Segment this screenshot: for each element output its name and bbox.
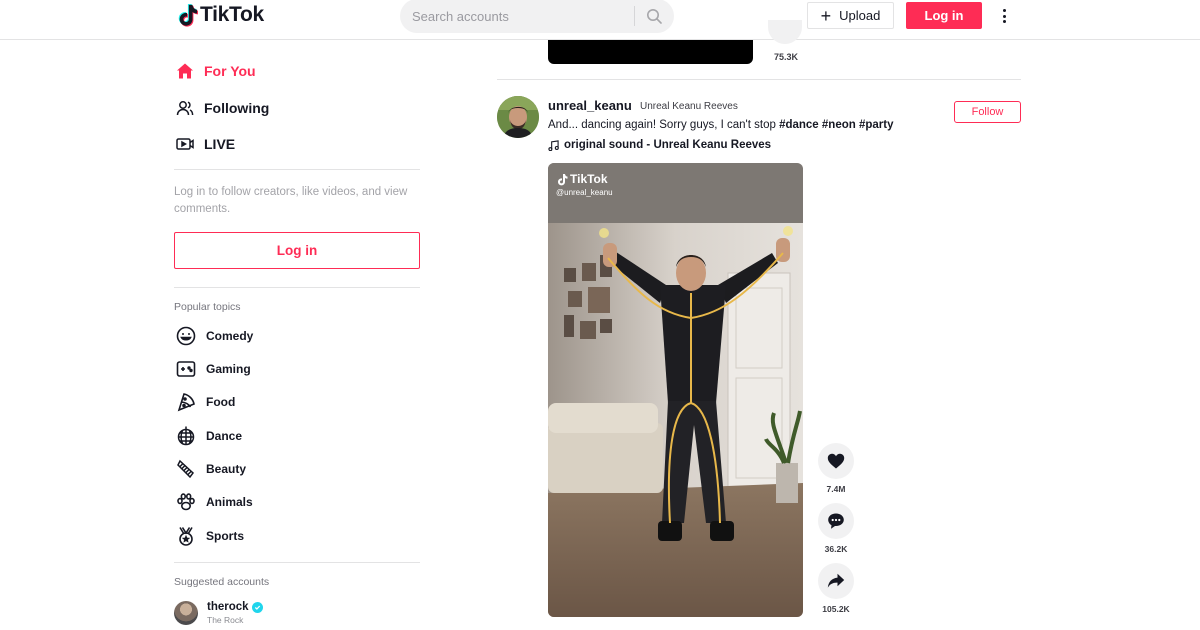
share-button[interactable] [818, 563, 854, 599]
comment-count: 36.2K [824, 544, 848, 554]
nav-label: Following [204, 100, 270, 116]
topic-label: Animals [206, 495, 253, 509]
video-player[interactable]: TikTok @unreal_keanu [548, 163, 803, 617]
share-action: 105.2K [818, 563, 854, 614]
smile-icon [176, 326, 196, 346]
hashtag-link[interactable]: #neon [822, 119, 856, 131]
topic-comedy[interactable]: Comedy [176, 324, 253, 348]
comb-icon [176, 459, 196, 479]
video-watermark: TikTok @unreal_keanu [556, 172, 613, 197]
post-username[interactable]: unreal_keanu [548, 98, 632, 113]
share-count: 105.2K [822, 604, 850, 614]
topic-label: Food [206, 395, 236, 409]
topic-gaming[interactable]: Gaming [176, 357, 251, 381]
suggested-username-row: therock [207, 601, 263, 613]
watermark-logo-text: TikTok [570, 172, 608, 186]
watermark-handle: @unreal_keanu [556, 188, 613, 197]
post-author-avatar[interactable] [497, 96, 539, 138]
suggested-accounts-title: Suggested accounts [174, 576, 270, 588]
previous-video-player[interactable] [548, 40, 753, 64]
upload-label: Upload [839, 8, 881, 23]
suggested-nickname: The Rock [207, 615, 244, 625]
post-caption: And... dancing again! Sorry guys, I can'… [548, 119, 894, 131]
topic-animals[interactable]: Animals [176, 490, 253, 514]
nav-following[interactable]: Following [176, 96, 269, 120]
search-button[interactable] [642, 4, 666, 28]
people-icon [176, 99, 194, 117]
home-icon [176, 62, 194, 80]
heart-icon [827, 453, 845, 469]
more-options-icon[interactable] [996, 5, 1012, 27]
search-divider [634, 6, 635, 26]
follow-button[interactable]: Follow [954, 101, 1021, 123]
nav-for-you[interactable]: For You [176, 59, 256, 83]
plus-icon: + [820, 5, 832, 26]
disco-ball-icon [176, 426, 196, 446]
watermark-logo: TikTok [556, 172, 613, 186]
post-divider [497, 79, 1021, 80]
divider [174, 562, 420, 563]
gamepad-icon [176, 359, 196, 379]
nav-label: For You [204, 63, 256, 79]
divider [174, 169, 420, 170]
paw-icon [176, 492, 196, 512]
sidebar: For You Following LIVE Log in to follow … [174, 40, 420, 630]
music-note-icon [548, 139, 559, 151]
popular-topics-title: Popular topics [174, 301, 241, 313]
topic-label: Sports [206, 529, 245, 543]
post-sound-link[interactable]: original sound - Unreal Keanu Reeves [548, 139, 771, 151]
upload-button[interactable]: + Upload [807, 2, 894, 29]
topic-beauty[interactable]: Beauty [176, 457, 246, 481]
topic-dance[interactable]: Dance [176, 424, 242, 448]
video-frame [548, 163, 803, 617]
topic-label: Comedy [206, 329, 254, 343]
share-arrow-icon [827, 573, 845, 588]
login-prompt-text: Log in to follow creators, like videos, … [174, 186, 408, 215]
previous-share-button[interactable] [768, 20, 802, 44]
tiktok-note-icon [558, 173, 568, 185]
caption-text: And... dancing again! Sorry guys, I can'… [548, 119, 780, 131]
logo-text: TikTok [200, 3, 264, 26]
like-action: 7.4M [818, 443, 854, 494]
live-icon [176, 135, 194, 153]
topic-label: Gaming [206, 362, 251, 376]
tiktok-logo[interactable]: TikTok [176, 3, 264, 27]
comment-icon [828, 513, 844, 529]
hashtag-link[interactable]: #party [859, 119, 894, 131]
sidebar-login-button[interactable]: Log in [174, 232, 420, 269]
avatar [174, 601, 198, 625]
comment-button[interactable] [818, 503, 854, 539]
verified-badge-icon [251, 601, 263, 613]
topic-label: Dance [206, 429, 243, 443]
like-button[interactable] [818, 443, 854, 479]
search-bar [400, 0, 674, 33]
divider [174, 287, 420, 288]
post-nickname: Unreal Keanu Reeves [640, 101, 738, 112]
topic-sports[interactable]: Sports [176, 524, 244, 548]
topic-food[interactable]: Food [176, 390, 235, 414]
header-login-button[interactable]: Log in [906, 2, 982, 29]
suggested-username: therock [207, 601, 249, 613]
like-count: 7.4M [826, 484, 846, 494]
tiktok-note-icon [178, 4, 198, 27]
top-header: TikTok + Upload Log in [0, 0, 1200, 40]
topic-label: Beauty [206, 462, 247, 476]
nav-live[interactable]: LIVE [176, 132, 235, 156]
sound-label: original sound - Unreal Keanu Reeves [564, 139, 772, 151]
medal-icon [176, 526, 196, 546]
previous-share-count: 75.3K [774, 52, 799, 62]
search-icon [647, 9, 662, 24]
hashtag-link[interactable]: #dance [779, 119, 819, 131]
pizza-icon [176, 392, 196, 412]
suggested-account-item[interactable]: therock The Rock [174, 601, 263, 625]
comment-action: 36.2K [818, 503, 854, 554]
nav-label: LIVE [204, 136, 236, 152]
search-input[interactable] [412, 0, 632, 33]
